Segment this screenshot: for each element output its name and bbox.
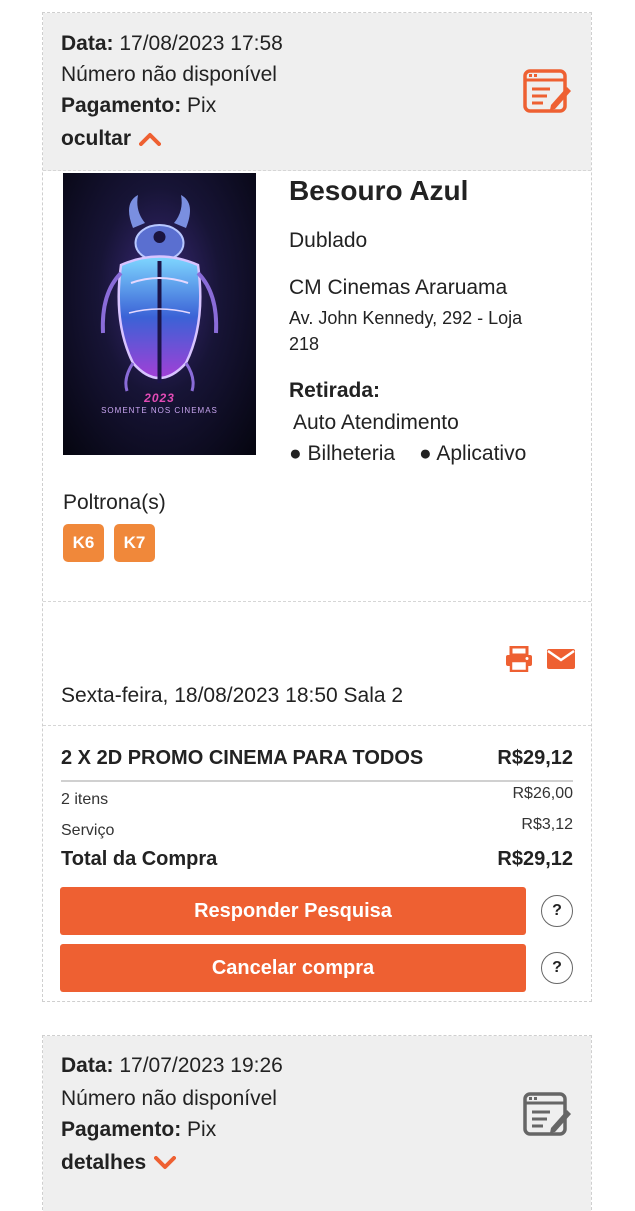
receipt-edit-icon[interactable]: [523, 1092, 571, 1138]
show-details-toggle[interactable]: detalhes: [61, 1151, 177, 1175]
order-date: Data: 17/07/2023 19:26: [61, 1054, 283, 1077]
order-header: Data: 17/07/2023 19:26 Número não dispon…: [43, 1036, 591, 1211]
print-icon[interactable]: [505, 646, 533, 672]
movie-poster: 2023 SOMENTE NOS CINEMAS: [63, 173, 256, 455]
movie-version: Dublado: [289, 229, 368, 252]
items-row: 2 itens R$26,00: [61, 785, 573, 808]
pickup-option-app: ● Aplicativo: [419, 442, 527, 465]
pickup-option-box-office: ● Bilheteria: [289, 442, 396, 465]
seat-badge: K7: [114, 524, 155, 562]
seat-badge: K6: [63, 524, 104, 562]
product-line: 2 X 2D PROMO CINEMA PARA TODOS R$29,12: [61, 747, 573, 770]
order-date: Data: 17/08/2023 17:58: [61, 32, 283, 55]
total-row: Total da Compra R$29,12: [61, 848, 573, 870]
order-number: Número não disponível: [61, 1087, 277, 1110]
seats-label: Poltrona(s): [63, 491, 166, 514]
poster-tagline: SOMENTE NOS CINEMAS: [101, 406, 218, 415]
pickup-option-self-service: Auto Atendimento: [293, 411, 459, 434]
order-header: Data: 17/08/2023 17:58 Número não dispon…: [43, 13, 591, 171]
session-info: Sexta-feira, 18/08/2023 18:50 Sala 2: [61, 684, 404, 707]
product-price: R$29,12: [497, 747, 573, 769]
product-name: 2 X 2D PROMO CINEMA PARA TODOS: [61, 747, 424, 769]
cancel-purchase-button[interactable]: Cancelar compra: [60, 944, 526, 992]
pickup-label: Retirada:: [289, 379, 381, 402]
cinema-name: CM Cinemas Araruama: [289, 276, 508, 299]
chevron-up-icon: [139, 133, 162, 147]
hide-details-toggle[interactable]: ocultar: [61, 127, 162, 151]
divider: [43, 601, 591, 602]
order-payment: Pagamento: Pix: [61, 1118, 217, 1141]
movie-title: Besouro Azul: [289, 175, 469, 206]
chevron-down-icon: [154, 1156, 177, 1170]
order-payment: Pagamento: Pix: [61, 94, 217, 117]
order-number: Número não disponível: [61, 63, 277, 86]
service-row: Serviço R$3,12: [61, 816, 573, 839]
answer-survey-button[interactable]: Responder Pesquisa: [60, 887, 526, 935]
order-card: Data: 17/07/2023 19:26 Número não dispon…: [42, 1035, 592, 1211]
divider: [43, 725, 591, 726]
receipt-edit-icon[interactable]: [523, 69, 571, 115]
email-icon[interactable]: [547, 649, 575, 669]
survey-help-button[interactable]: ?: [541, 895, 573, 927]
cancel-help-button[interactable]: ?: [541, 952, 573, 984]
product-divider: [61, 780, 573, 782]
cinema-address-line1: Av. John Kennedy, 292 - Loja: [289, 308, 523, 328]
order-card: Data: 17/08/2023 17:58 Número não dispon…: [42, 12, 592, 1002]
cinema-address-line2: 218: [289, 334, 320, 354]
poster-year: 2023: [144, 391, 175, 405]
